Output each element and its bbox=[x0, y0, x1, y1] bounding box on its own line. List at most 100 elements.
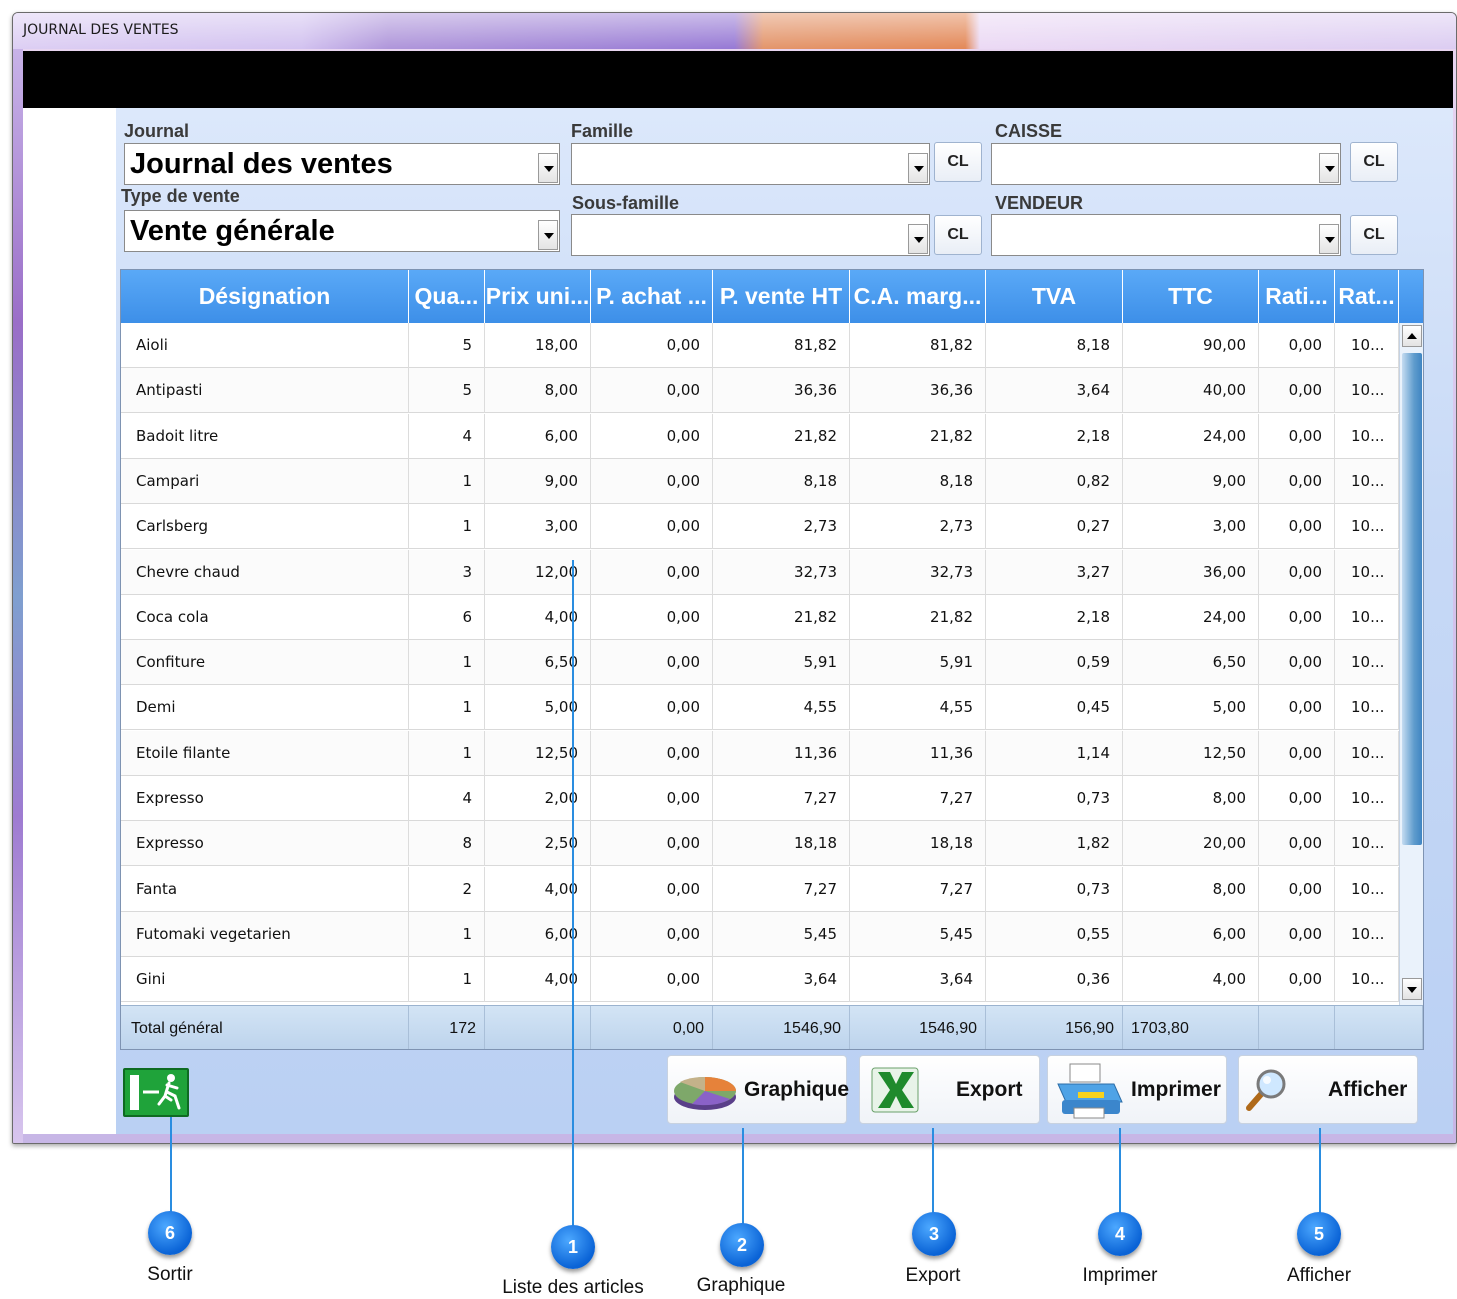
table-cell: 0,00 bbox=[1259, 368, 1335, 414]
afficher-button[interactable]: Afficher bbox=[1238, 1055, 1418, 1124]
table-row[interactable]: Etoile filante 1 12,50 0,00 11,36 11,36 1,14 12… bbox=[121, 730, 1399, 776]
imprimer-button[interactable]: Imprimer bbox=[1047, 1055, 1227, 1124]
table-row[interactable]: Expresso 8 2,50 0,00 18,18 18,18 1,82 20,00 0,00… bbox=[121, 821, 1399, 867]
export-button[interactable]: Export bbox=[859, 1055, 1040, 1124]
table-cell: 3,27 bbox=[986, 549, 1123, 595]
table-cell: 2,00 bbox=[485, 776, 591, 821]
chevron-down-icon[interactable] bbox=[908, 153, 928, 183]
designation-cell: Coca cola bbox=[121, 594, 409, 640]
table-cell: 11,36 bbox=[713, 730, 850, 776]
vendeur-clear-button[interactable]: CL bbox=[1350, 215, 1398, 255]
table-row[interactable]: Expresso 4 2,00 0,00 7,27 7,27 0,73 8,00 0,00 10.… bbox=[121, 776, 1399, 821]
grid-header: Désignation Qua... Prix uni... P. achat ...… bbox=[121, 270, 1423, 323]
total-cell: 0,00 bbox=[591, 1006, 713, 1049]
column-header[interactable]: TTC bbox=[1123, 270, 1259, 323]
caisse-label: CAISSE bbox=[995, 121, 1063, 141]
callout-badge-5: 5 bbox=[1297, 1212, 1341, 1256]
table-row[interactable]: Gini 1 4,00 0,00 3,64 3,64 0,36 4,00 0,00 10... bbox=[121, 957, 1399, 1003]
table-cell: 1 bbox=[409, 458, 485, 504]
table-row[interactable]: Confiture 1 6,50 0,00 5,91 5,91 0,59 6,50 0,00 10… bbox=[121, 640, 1399, 686]
callout-label-5: Afficher bbox=[1286, 1265, 1352, 1286]
sous-famille-select[interactable] bbox=[571, 214, 930, 256]
table-row[interactable]: Campari 1 9,00 0,00 8,18 8,18 0,82 9,00 0,00 10..… bbox=[121, 458, 1399, 504]
chevron-down-icon[interactable] bbox=[908, 224, 928, 254]
table-cell: 0,00 bbox=[591, 640, 713, 686]
type-vente-select[interactable]: Vente générale bbox=[124, 210, 560, 252]
scroll-thumb[interactable] bbox=[1402, 353, 1422, 845]
column-header[interactable]: Rat... bbox=[1335, 270, 1399, 323]
journal-select[interactable]: Journal des ventes bbox=[124, 143, 560, 185]
table-row[interactable]: Chevre chaud 3 12,00 0,00 32,73 32,73 3,27 36,0… bbox=[121, 549, 1399, 595]
column-header[interactable]: C.A. marg... bbox=[850, 270, 986, 323]
table-row[interactable]: Carlsberg 1 3,00 0,00 2,73 2,73 0,27 3,00 0,00 10… bbox=[121, 504, 1399, 550]
table-cell: 7,27 bbox=[850, 866, 986, 912]
table-cell: 10... bbox=[1335, 730, 1399, 776]
table-row[interactable]: Fanta 2 4,00 0,00 7,27 7,27 0,73 8,00 0,00 10... bbox=[121, 866, 1399, 912]
table-cell: 0,00 bbox=[1259, 821, 1335, 867]
table-row[interactable]: Aioli 5 18,00 0,00 81,82 81,82 8,18 90,00 0,00 10… bbox=[121, 323, 1399, 368]
callout-label-1: Liste des articles bbox=[502, 1277, 644, 1298]
table-cell: 10... bbox=[1335, 685, 1399, 731]
total-cell: 1703,80 bbox=[1123, 1006, 1259, 1049]
designation-cell: Antipasti bbox=[121, 368, 409, 414]
sous-famille-clear-button[interactable]: CL bbox=[934, 215, 982, 255]
table-cell: 10... bbox=[1335, 323, 1399, 368]
total-row: Total général 172 0,00 1546,90 1546,90 156,90… bbox=[121, 1005, 1423, 1049]
column-header[interactable]: TVA bbox=[986, 270, 1123, 323]
table-row[interactable]: Antipasti 5 8,00 0,00 36,36 36,36 3,64 40,00 0,0… bbox=[121, 368, 1399, 414]
table-row[interactable]: Coca cola 6 4,00 0,00 21,82 21,82 2,18 24,00 0,0… bbox=[121, 594, 1399, 640]
table-cell: 0,73 bbox=[986, 776, 1123, 821]
table-cell: 81,82 bbox=[850, 323, 986, 368]
table-cell: 1 bbox=[409, 730, 485, 776]
table-cell: 0,00 bbox=[1259, 594, 1335, 640]
table-cell: 0,00 bbox=[1259, 323, 1335, 368]
chevron-down-icon[interactable] bbox=[1319, 224, 1339, 254]
table-cell: 32,73 bbox=[713, 549, 850, 595]
caisse-select[interactable] bbox=[991, 143, 1341, 185]
table-cell: 0,00 bbox=[591, 549, 713, 595]
total-label: Total général bbox=[121, 1006, 409, 1049]
designation-cell: Campari bbox=[121, 458, 409, 504]
chevron-down-icon[interactable] bbox=[538, 220, 558, 250]
articles-grid[interactable]: Désignation Qua... Prix uni... P. achat ...… bbox=[120, 269, 1424, 1050]
vendeur-label: VENDEUR bbox=[995, 193, 1084, 213]
famille-select[interactable] bbox=[571, 143, 930, 185]
table-row[interactable]: Demi 1 5,00 0,00 4,55 4,55 0,45 5,00 0,00 10... bbox=[121, 685, 1399, 731]
table-cell: 0,00 bbox=[1259, 458, 1335, 504]
column-header[interactable]: P. vente HT bbox=[713, 270, 850, 323]
callout-badge-1: 1 bbox=[551, 1225, 595, 1269]
table-cell: 6,00 bbox=[1123, 911, 1259, 957]
table-cell: 5,91 bbox=[713, 640, 850, 686]
table-cell: 8,18 bbox=[850, 458, 986, 504]
table-cell: 0,00 bbox=[591, 368, 713, 414]
column-header[interactable]: Qua... bbox=[409, 270, 485, 323]
vendeur-select[interactable] bbox=[991, 214, 1341, 256]
column-header[interactable]: Rati... bbox=[1259, 270, 1335, 323]
famille-clear-button[interactable]: CL bbox=[934, 142, 982, 182]
table-cell: 1 bbox=[409, 957, 485, 1003]
column-header[interactable]: Prix uni... bbox=[485, 270, 591, 323]
graphique-button[interactable]: Graphique bbox=[667, 1055, 849, 1124]
vertical-scrollbar[interactable] bbox=[1399, 323, 1423, 1005]
table-cell: 8,00 bbox=[485, 368, 591, 414]
table-row[interactable]: Futomaki vegetarien 1 6,00 0,00 5,45 5,45 0,55… bbox=[121, 911, 1399, 957]
designation-cell: Futomaki vegetarien bbox=[121, 911, 409, 957]
table-cell: 0,00 bbox=[591, 594, 713, 640]
column-header[interactable]: Désignation bbox=[121, 270, 409, 323]
scroll-up-icon[interactable] bbox=[1402, 325, 1422, 347]
table-cell: 36,00 bbox=[1123, 549, 1259, 595]
caisse-clear-button[interactable]: CL bbox=[1350, 142, 1398, 182]
sortir-button[interactable] bbox=[123, 1068, 189, 1117]
table-cell: 12,00 bbox=[485, 549, 591, 595]
chevron-down-icon[interactable] bbox=[1319, 153, 1339, 183]
table-row[interactable]: Badoit litre 4 6,00 0,00 21,82 21,82 2,18 24,00… bbox=[121, 413, 1399, 459]
table-cell: 5,45 bbox=[850, 911, 986, 957]
chevron-down-icon[interactable] bbox=[538, 153, 558, 183]
column-header[interactable]: P. achat ... bbox=[591, 270, 713, 323]
table-cell: 0,82 bbox=[986, 458, 1123, 504]
scroll-down-icon[interactable] bbox=[1402, 978, 1422, 1000]
total-cell: 172 bbox=[409, 1006, 485, 1049]
table-cell: 0,55 bbox=[986, 911, 1123, 957]
famille-label: Famille bbox=[571, 121, 634, 141]
table-cell: 6 bbox=[409, 594, 485, 640]
